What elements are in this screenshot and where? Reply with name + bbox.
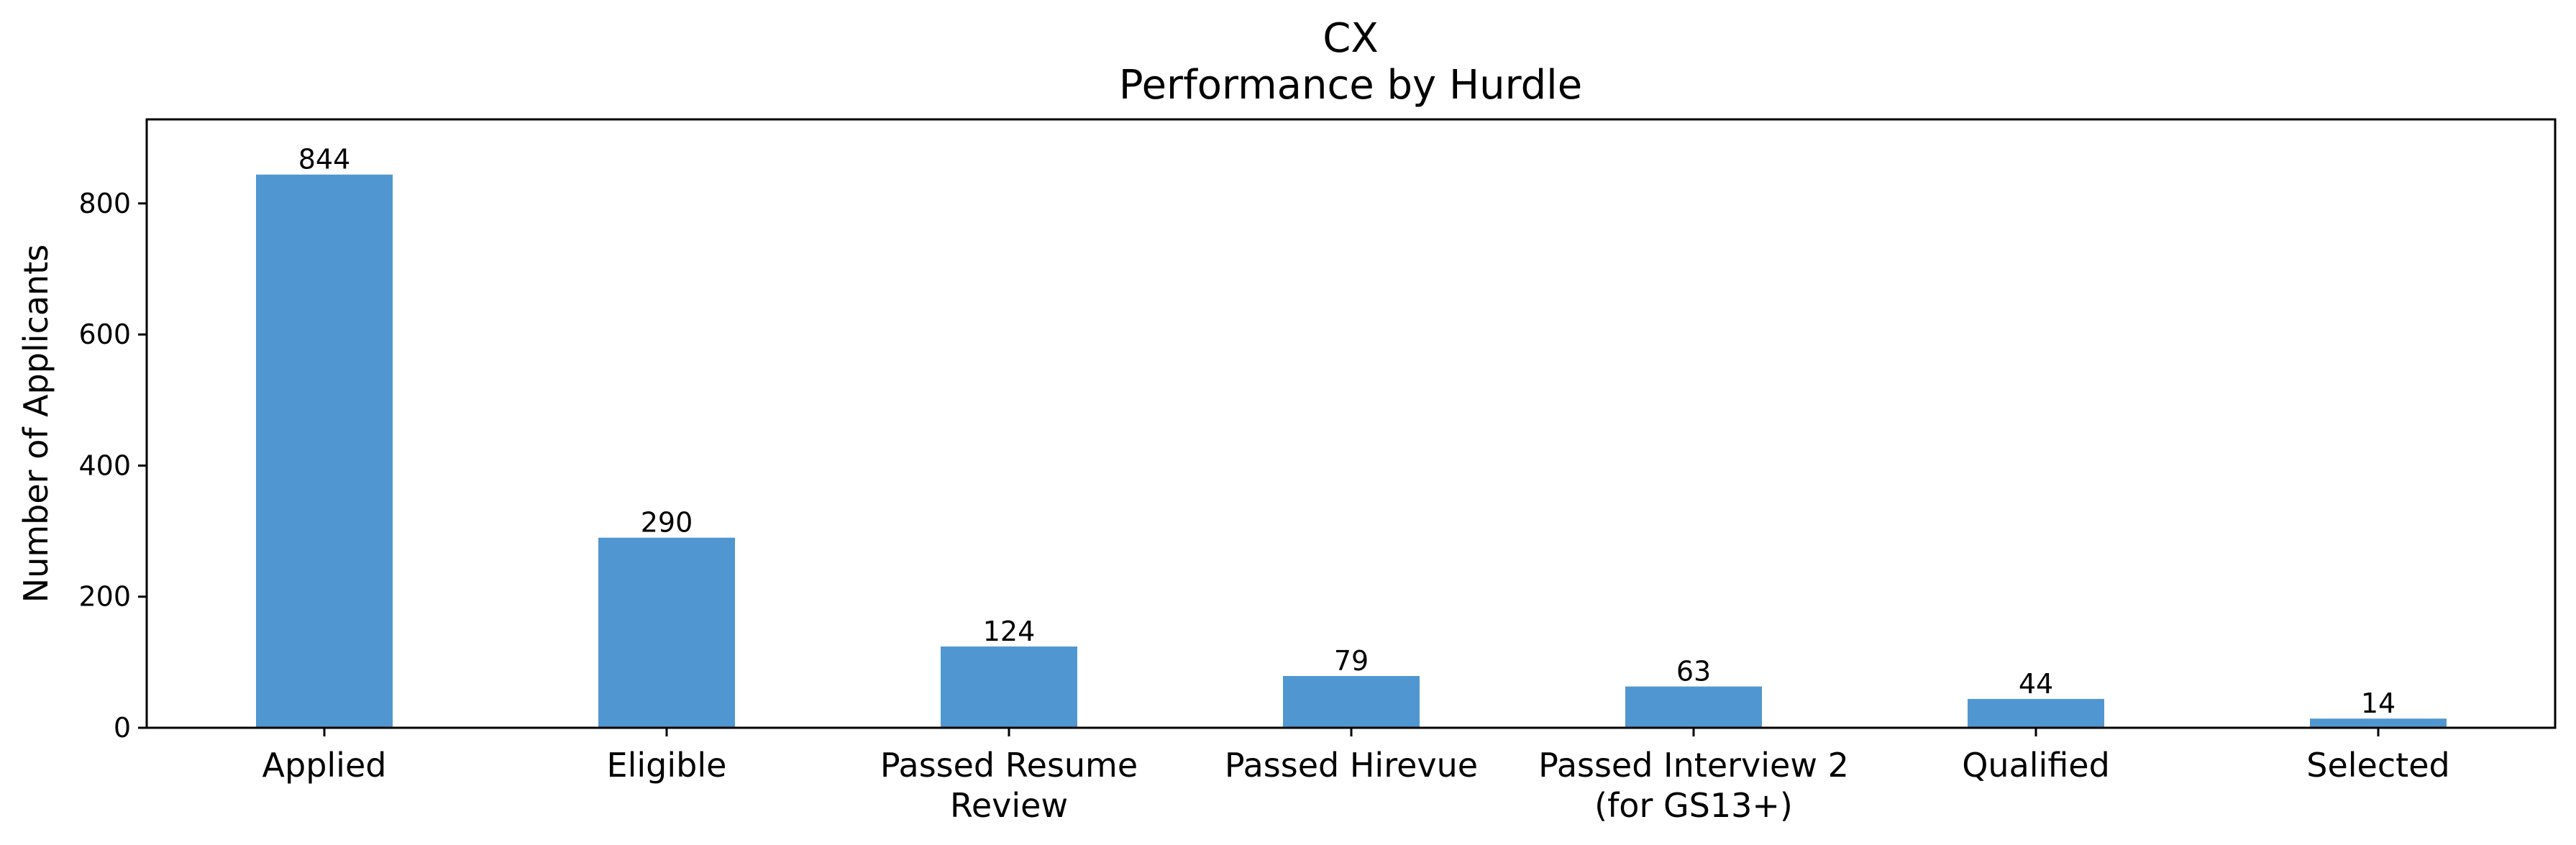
data-label: 124	[983, 616, 1036, 647]
data-label: 14	[2361, 688, 2395, 719]
data-label: 290	[641, 507, 693, 539]
x-tick-label: Passed Interview 2	[1538, 746, 1849, 785]
y-tick-label: 800	[78, 188, 131, 219]
x-tick-label: Review	[950, 786, 1068, 825]
bar	[256, 174, 393, 728]
y-tick-label: 400	[78, 449, 131, 481]
bar	[941, 646, 1077, 728]
y-tick-label: 600	[78, 319, 131, 350]
data-label: 63	[1676, 656, 1711, 688]
x-tick-label: Selected	[2306, 746, 2449, 785]
x-tick-label: Applied	[262, 746, 387, 785]
y-tick-label: 200	[78, 581, 131, 613]
bar	[1625, 686, 1762, 728]
x-tick-label: Passed Hirevue	[1225, 746, 1478, 785]
x-tick-label: Qualified	[1962, 746, 2110, 785]
data-label: 44	[2019, 668, 2053, 700]
bar	[2310, 718, 2447, 728]
chart-title: CX	[1323, 15, 1378, 62]
bar	[1968, 698, 2104, 728]
plot-area: 0 200 400 600 800 844 Applied 290 Eligible 124 Pas…	[78, 144, 2449, 825]
axes-frame	[145, 118, 2557, 729]
y-tick-label: 0	[114, 712, 131, 744]
data-label: 79	[1334, 645, 1369, 677]
bar	[1283, 675, 1420, 728]
bar	[598, 537, 735, 728]
bar-chart: CX Performance by Hurdle Number of Appli…	[17, 15, 2557, 825]
x-tick-label: (for GS13+)	[1594, 786, 1793, 825]
y-axis-label: Number of Applicants	[17, 245, 55, 603]
data-label: 844	[298, 144, 351, 175]
x-tick-label: Eligible	[607, 746, 727, 785]
chart-subtitle: Performance by Hurdle	[1119, 62, 1582, 109]
x-tick-label: Passed Resume	[880, 746, 1138, 785]
